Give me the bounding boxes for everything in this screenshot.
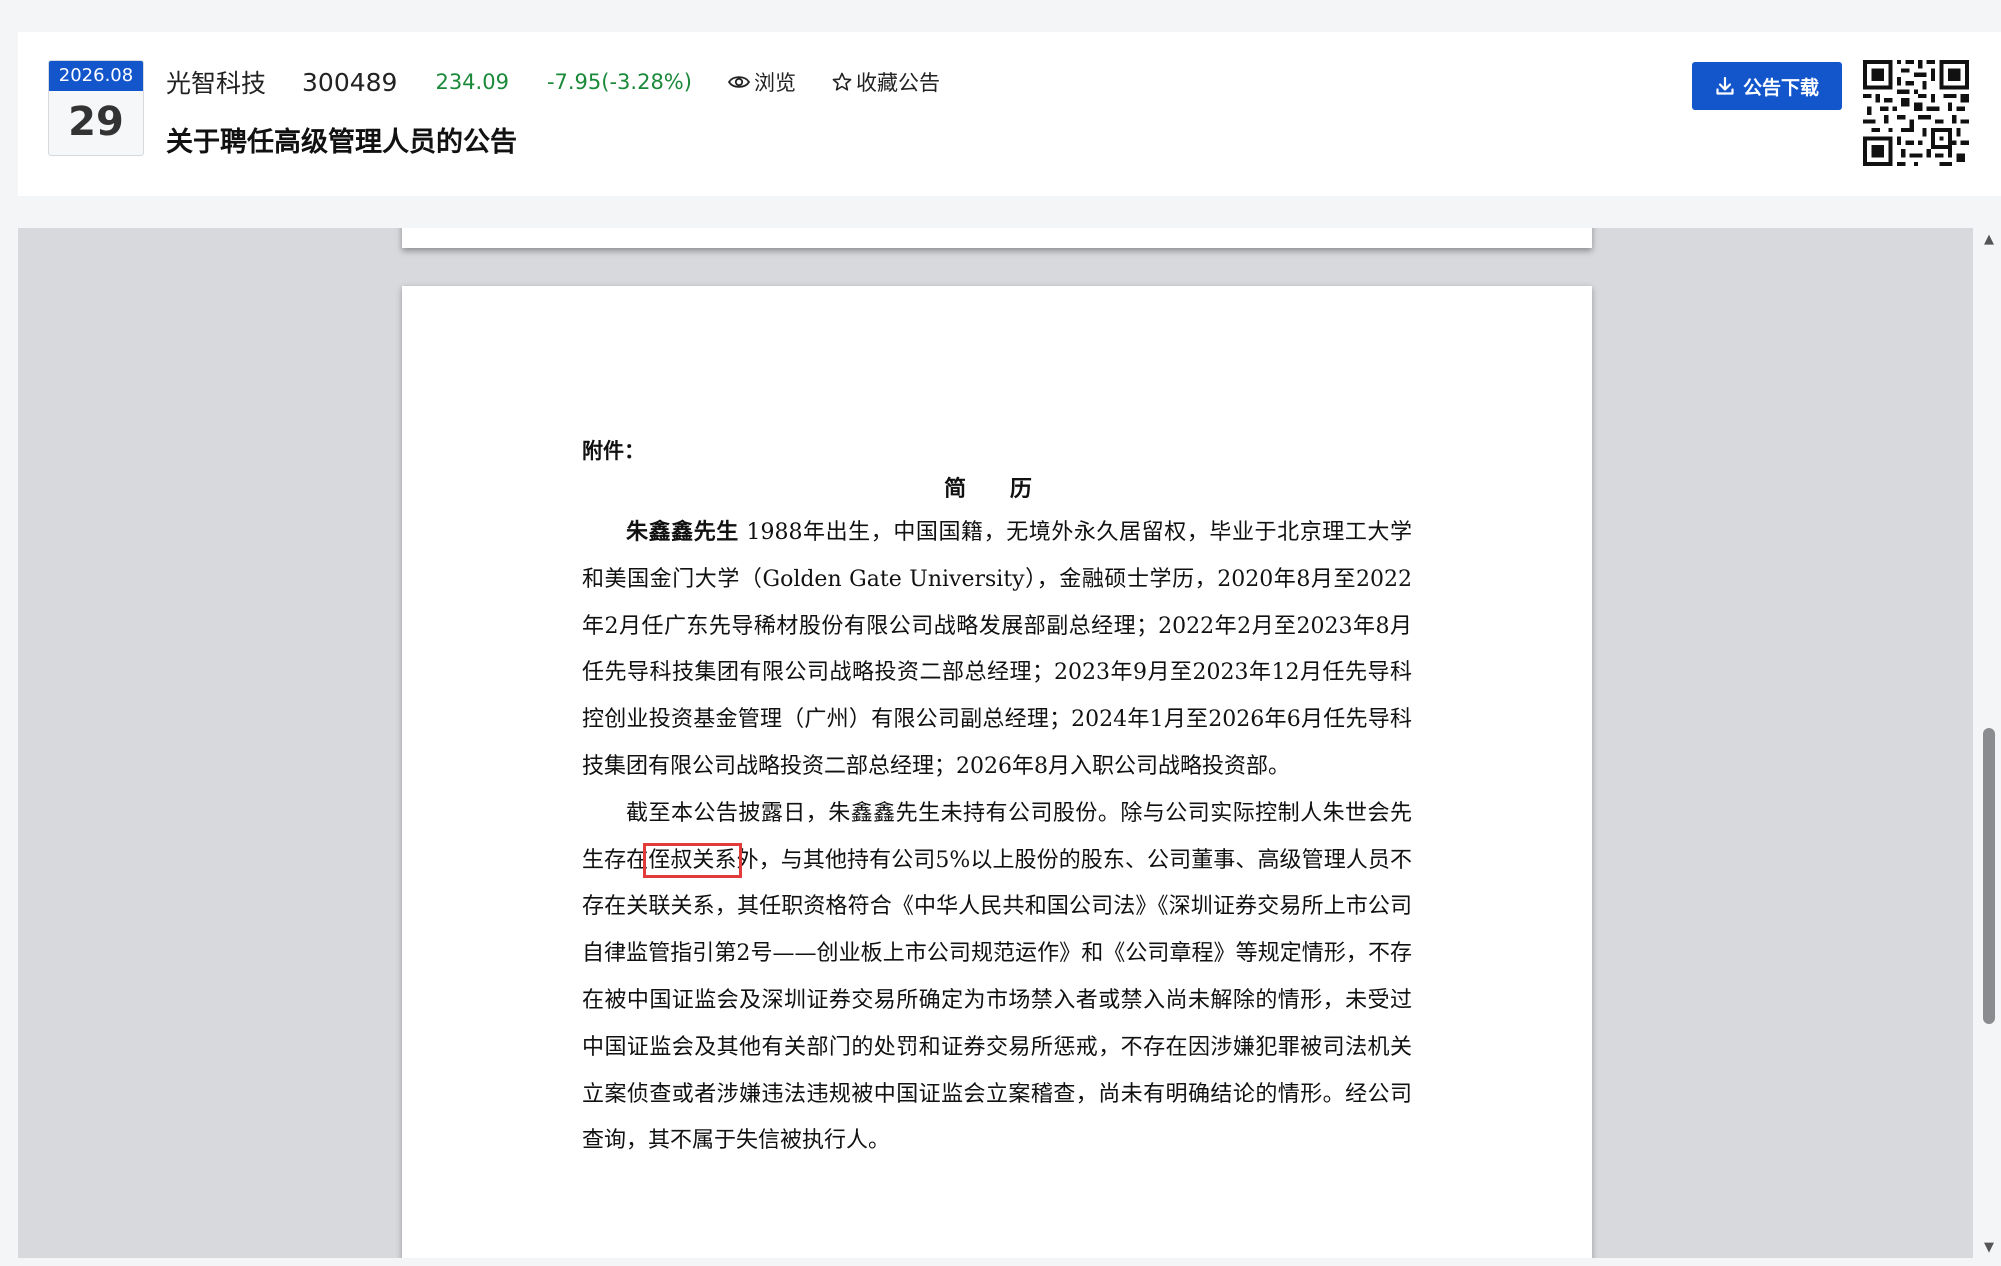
disclosure-paragraph: 截至本公告披露日，朱鑫鑫先生未持有公司股份。除与公司实际控制人朱世会先生存在侄叔… xyxy=(582,791,1412,1165)
previous-page xyxy=(402,228,1592,248)
resume-paragraph: 朱鑫鑫先生 1988年出生，中国国籍，无境外永久居留权，毕业于北京理工大学和美国… xyxy=(582,510,1412,791)
disclosure-text-after: 外，与其他持有公司5%以上股份的股东、公司董事、高级管理人员不存在关联关系，其任… xyxy=(582,847,1412,1154)
stock-info-row: 光智科技 300489 234.09 -7.95(-3.28%) 浏览 收藏公告 xyxy=(166,60,940,104)
person-name: 朱鑫鑫先生 xyxy=(626,520,739,545)
resume-title: 简 历 xyxy=(944,477,1050,502)
resume-text: 1988年出生，中国国籍，无境外永久居留权，毕业于北京理工大学和美国金门大学（G… xyxy=(582,520,1412,779)
qr-code-icon xyxy=(1863,60,1969,166)
download-button[interactable]: 公告下载 xyxy=(1692,62,1842,110)
scroll-up-icon[interactable]: ▲ xyxy=(1978,230,2000,250)
date-month: 2026.08 xyxy=(49,61,143,91)
document-viewer[interactable]: 附件： 简 历 朱鑫鑫先生 1988年出生，中国国籍，无境外永久居留权，毕业于北… xyxy=(18,228,1973,1258)
document-page: 附件： 简 历 朱鑫鑫先生 1988年出生，中国国籍，无境外永久居留权，毕业于北… xyxy=(402,286,1592,1258)
vertical-scrollbar[interactable]: ▲ ▼ xyxy=(1978,228,2000,1258)
favorite-label: 收藏公告 xyxy=(855,71,940,95)
attachment-label: 附件： xyxy=(582,439,645,463)
stock-price: 234.09 xyxy=(435,70,509,94)
stock-code: 300489 xyxy=(302,67,398,97)
browse-label: 浏览 xyxy=(753,71,796,95)
page-content: 附件： 简 历 朱鑫鑫先生 1988年出生，中国国籍，无境外永久居留权，毕业于北… xyxy=(582,436,1412,1165)
date-badge: 2026.08 29 xyxy=(48,60,144,156)
download-icon xyxy=(1716,76,1734,95)
browse-button[interactable]: 浏览 xyxy=(727,67,796,97)
download-label: 公告下载 xyxy=(1742,77,1819,99)
date-day: 29 xyxy=(68,99,124,145)
scroll-down-icon[interactable]: ▼ xyxy=(1978,1238,2000,1258)
stock-name[interactable]: 光智科技 xyxy=(166,64,266,100)
scrollbar-thumb[interactable] xyxy=(1983,728,1995,1024)
stock-change: -7.95(-3.28%) xyxy=(546,70,692,94)
highlighted-relationship: 侄叔关系 xyxy=(643,842,742,878)
eye-icon xyxy=(727,76,750,88)
announcement-title: 关于聘任高级管理人员的公告 xyxy=(166,127,517,158)
announcement-header: 2026.08 29 光智科技 300489 234.09 -7.95(-3.2… xyxy=(18,32,2001,196)
favorite-button[interactable]: 收藏公告 xyxy=(832,67,940,97)
star-outline-icon xyxy=(832,72,852,91)
